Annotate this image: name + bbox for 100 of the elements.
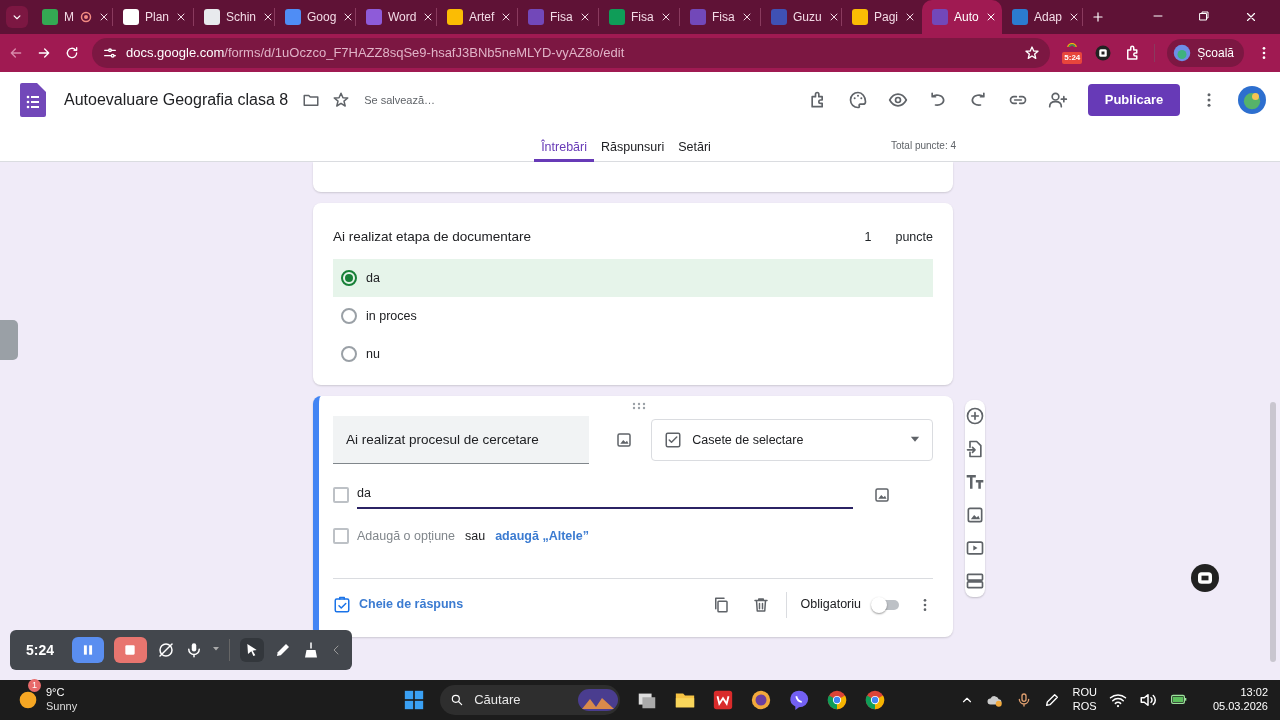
address-bar[interactable]: docs.google.com/forms/d/1uOczco_F7HAZZ8sqSe9-hsafJ3BNb5neMLYD-vyAZ8o/edit [92, 38, 1051, 68]
chrome-icon[interactable] [826, 689, 849, 711]
browser-tab[interactable]: Fisa [680, 0, 760, 34]
browser-tab[interactable]: Fisa [518, 0, 598, 34]
drag-handle-icon[interactable] [632, 402, 646, 411]
shield-browser-icon[interactable] [750, 689, 773, 711]
add-image-icon[interactable] [873, 485, 891, 504]
answer-option[interactable]: da [333, 259, 933, 298]
browser-tab[interactable]: M [32, 0, 112, 34]
browser-tab[interactable]: Guzu [761, 0, 841, 34]
language-indicator[interactable]: ROU [1072, 686, 1097, 700]
delete-icon[interactable] [751, 595, 770, 614]
answer-key-link[interactable]: Cheie de răspuns [359, 595, 464, 615]
points-label: puncte [895, 228, 933, 246]
import-icon[interactable] [965, 439, 985, 460]
radio-button[interactable] [341, 270, 357, 287]
add-person-icon[interactable] [1048, 90, 1068, 110]
close-icon[interactable] [98, 11, 110, 23]
browser-tab[interactable]: Plan [113, 0, 193, 34]
pointer-tool[interactable] [240, 638, 264, 662]
checkbox[interactable] [333, 528, 349, 545]
form-title[interactable]: Autoevaluare Geografia clasa 8 [64, 88, 289, 112]
side-panel-handle[interactable] [0, 320, 18, 360]
pause-button[interactable] [72, 637, 104, 663]
speaker-icon[interactable] [1138, 691, 1157, 709]
recording-timer: 5:24 [26, 640, 55, 660]
star-icon[interactable] [1024, 45, 1041, 61]
browser-tab[interactable]: Word [356, 0, 436, 34]
caret-icon[interactable] [213, 647, 219, 653]
weather-temperature: 9°C [46, 686, 66, 700]
add-image-icon[interactable] [615, 431, 634, 450]
chat-app-icon[interactable] [788, 689, 811, 711]
stop-button[interactable] [113, 637, 147, 663]
points-value[interactable]: 1 [864, 227, 872, 247]
browser-tab[interactable]: Goog [275, 0, 355, 34]
publish-button[interactable]: Publicare [1088, 84, 1180, 116]
answer-key-icon[interactable] [333, 595, 351, 614]
broom-icon[interactable] [302, 641, 320, 659]
stop-icon [123, 643, 138, 657]
chrome-icon[interactable] [864, 689, 887, 711]
pen-icon[interactable] [274, 641, 292, 659]
avatar-icon[interactable] [1238, 86, 1266, 114]
tab-search-button[interactable] [6, 6, 28, 28]
answer-option[interactable]: nu [333, 335, 933, 374]
floating-app-icon[interactable] [1191, 564, 1219, 592]
search-icon [450, 693, 465, 707]
or-label: sau [465, 528, 486, 545]
microphone-icon[interactable] [185, 641, 203, 659]
clock-date[interactable]: 05.03.2026 [1212, 700, 1268, 714]
search-highlight-drawing [578, 689, 619, 711]
add-other-link[interactable]: adaugă „Altele” [495, 527, 589, 546]
search-field[interactable]: Căutare [472, 689, 563, 711]
browser-tab[interactable]: Artef [437, 0, 517, 34]
form-tab[interactable]: Setări [671, 128, 718, 162]
browser-tab[interactable]: Schin [194, 0, 274, 34]
restore-icon[interactable] [1198, 10, 1210, 22]
weather-icon[interactable] [18, 690, 38, 710]
form-tab[interactable]: Răspunsuri [594, 128, 672, 162]
total-points: Total puncte: 4 [891, 139, 957, 153]
question-type-dropdown[interactable]: Casete de selectare [651, 419, 933, 462]
radio-button[interactable] [341, 308, 357, 325]
clock-time[interactable]: 13:02 [1212, 686, 1268, 700]
checkbox-icon [664, 431, 683, 450]
notification-badge: 1 [28, 679, 41, 693]
browser-tab[interactable]: Auto [922, 0, 1002, 34]
extension-icon[interactable] [1094, 44, 1113, 62]
add-question-icon[interactable] [965, 406, 985, 427]
browser-tab[interactable]: Fisa [599, 0, 679, 34]
close-icon[interactable] [1244, 10, 1258, 24]
question-title-field[interactable]: Ai realizat procesul de cercetare [333, 416, 590, 465]
scrollbar[interactable] [1270, 402, 1276, 662]
profile-button[interactable]: Școală [1167, 39, 1244, 67]
back-icon[interactable] [8, 45, 24, 61]
windows-start-icon[interactable] [404, 690, 425, 710]
browser-tab[interactable]: Pagi [842, 0, 922, 34]
save-status: Se salvează… [364, 92, 436, 108]
section-icon[interactable] [965, 571, 985, 592]
checkbox[interactable] [333, 486, 349, 503]
palette-icon[interactable] [848, 90, 868, 110]
office-app-icon[interactable] [712, 689, 735, 711]
add-image-icon[interactable] [965, 505, 985, 526]
extension-badge: 5:24 [1062, 52, 1083, 64]
taskbar-search-bar[interactable]: Căutare [440, 685, 621, 715]
keyboard-layout[interactable]: ROS [1072, 700, 1097, 714]
camera-off-icon[interactable] [157, 641, 175, 659]
star-icon[interactable] [332, 91, 351, 109]
browser-tab[interactable]: Adap [1002, 0, 1082, 34]
answer-option[interactable]: in proces [333, 297, 933, 336]
forms-logo-icon[interactable] [20, 83, 46, 117]
forward-icon[interactable] [36, 45, 52, 61]
radio-button[interactable] [341, 346, 357, 363]
add-option-link[interactable]: Adaugă o opțiune [357, 527, 455, 546]
pen-icon[interactable] [1044, 692, 1061, 708]
wifi-icon[interactable] [1108, 691, 1127, 709]
required-toggle[interactable] [871, 596, 901, 613]
eye-icon[interactable] [888, 90, 908, 110]
site-info-icon[interactable] [102, 45, 118, 61]
reload-icon[interactable] [64, 45, 80, 61]
new-tab-icon[interactable] [1091, 10, 1105, 24]
avatar-icon [1173, 44, 1192, 62]
